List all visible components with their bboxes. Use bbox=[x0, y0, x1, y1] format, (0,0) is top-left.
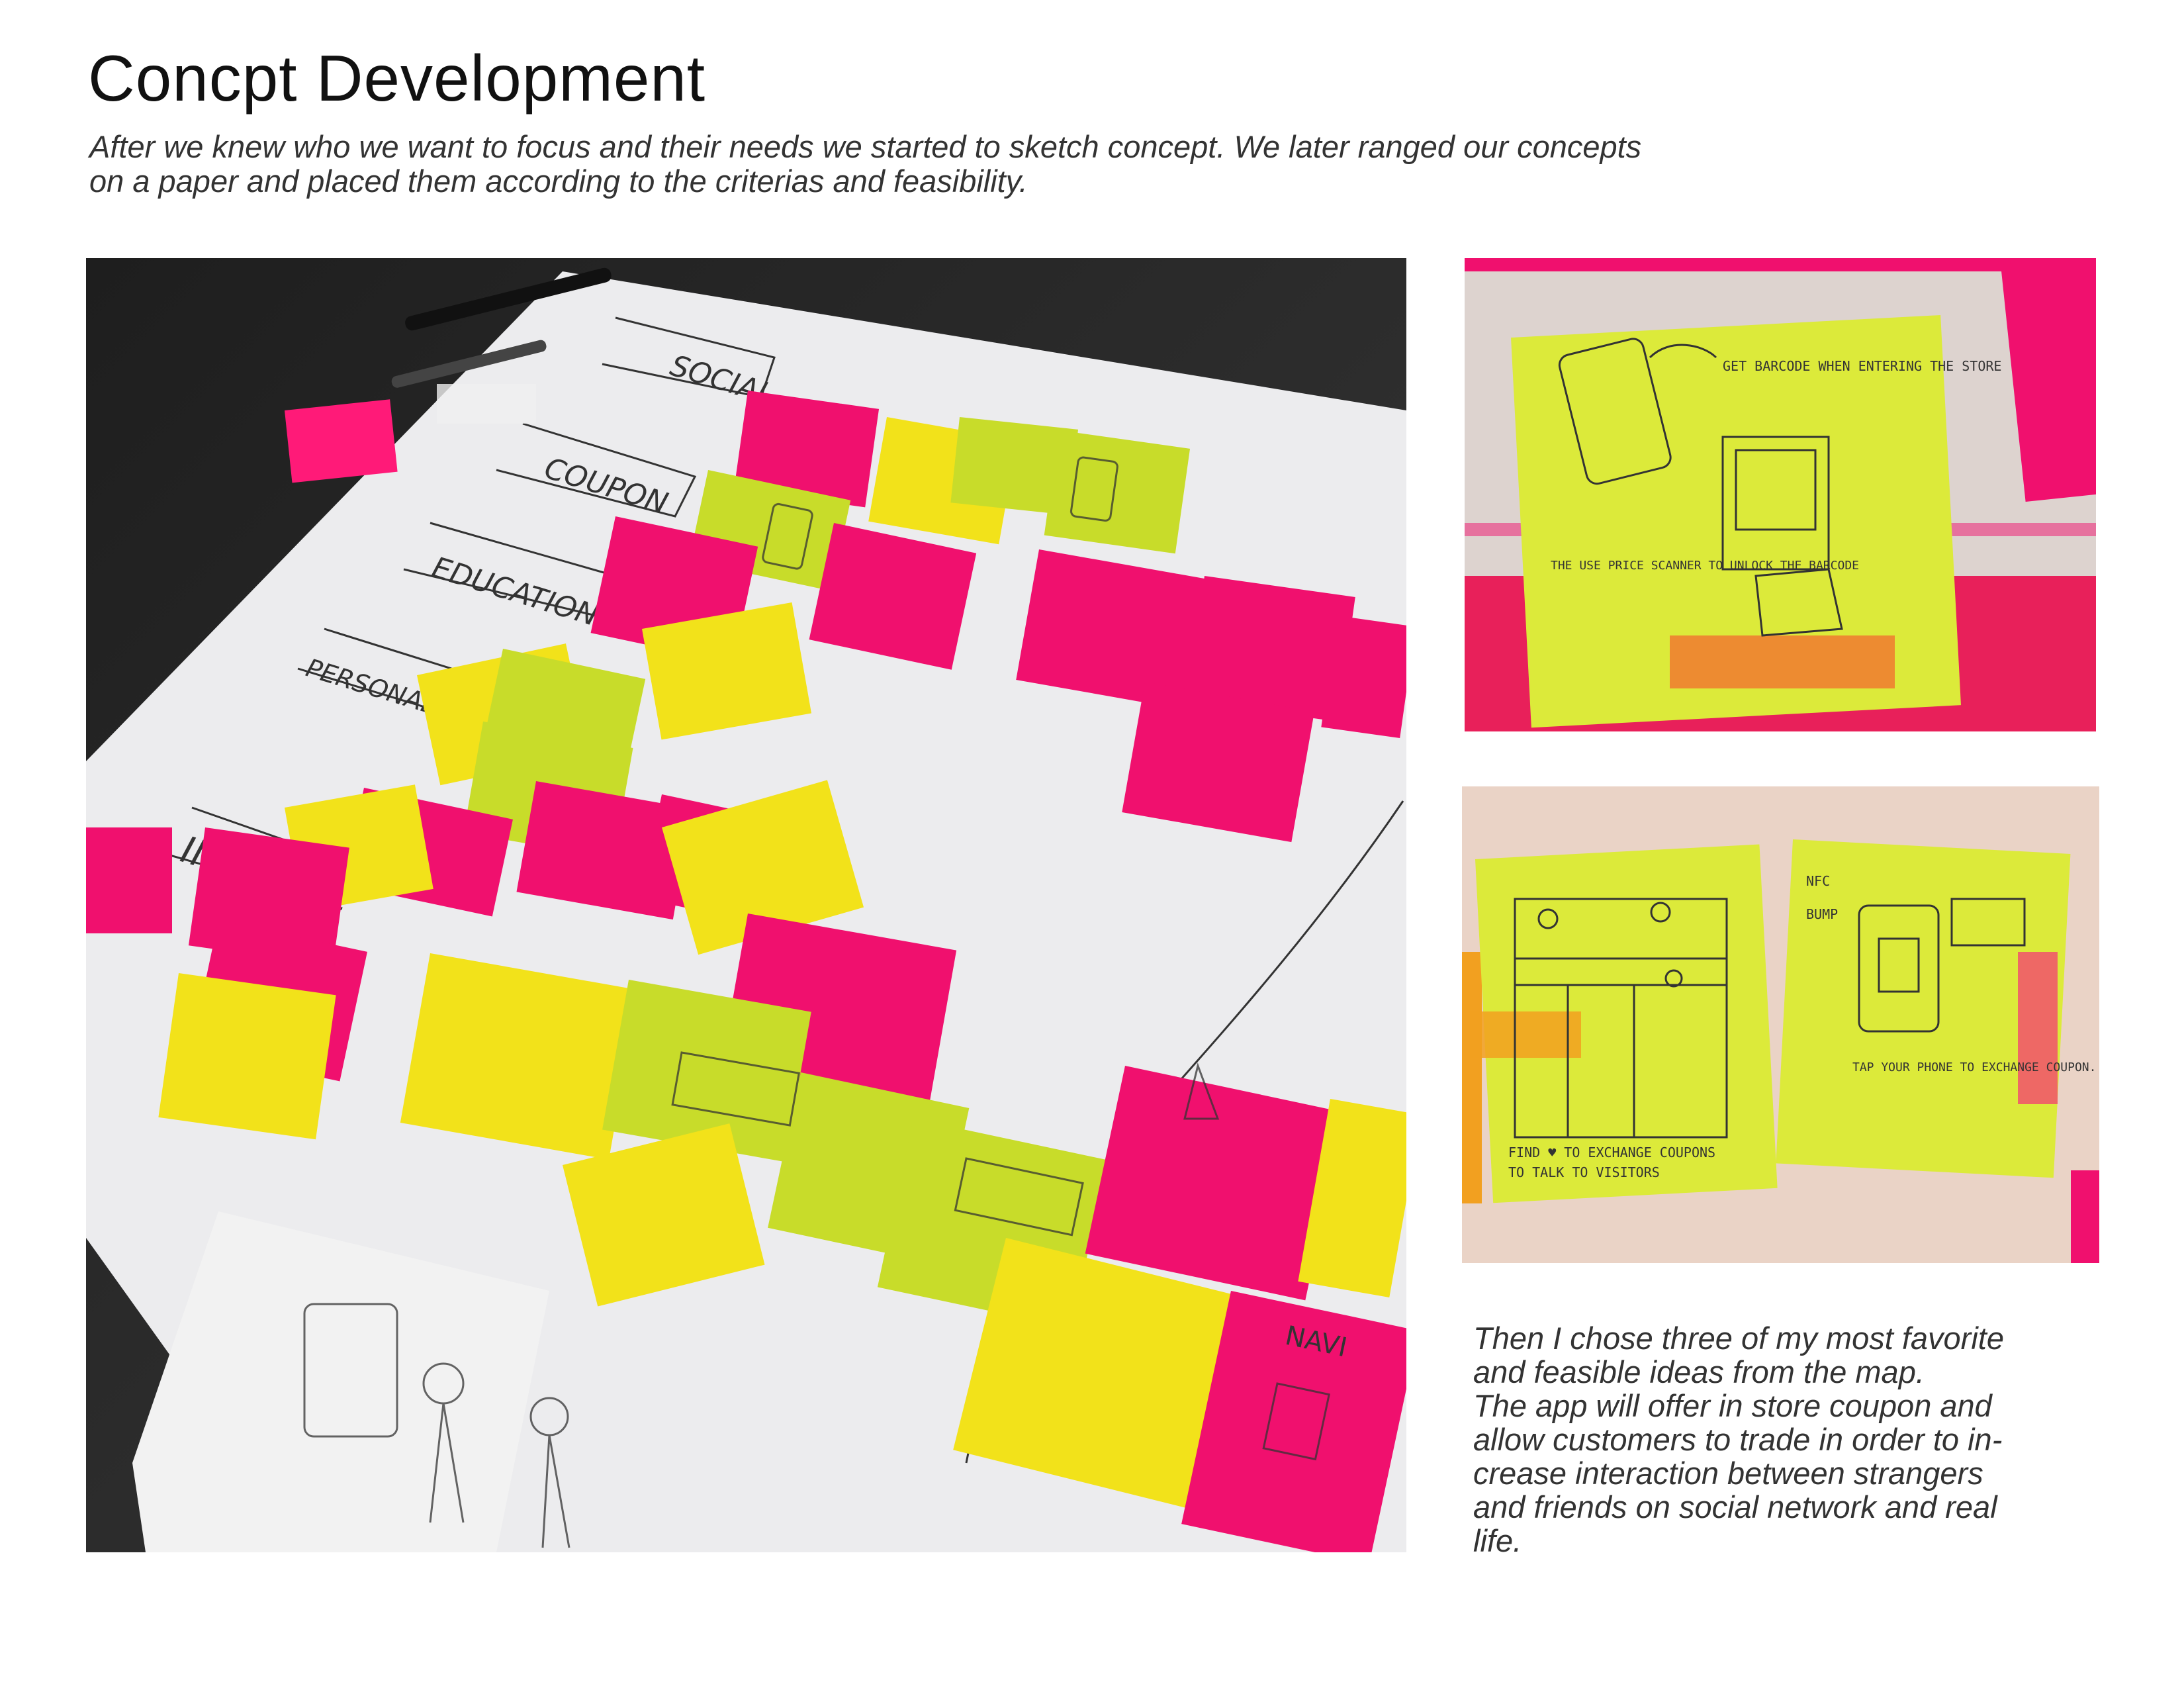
closeup-photo-exchange: FIND ♥ TO EXCHANGE COUPONS TO TALK TO VI… bbox=[1462, 786, 2099, 1263]
intro-text: After we knew who we want to focus and t… bbox=[89, 130, 2009, 199]
closeup-b-text-4: BUMP bbox=[1806, 906, 1838, 922]
closeup-b-text-2: TO TALK TO VISITORS bbox=[1508, 1164, 1660, 1180]
caption-line: and friends on social network and real bbox=[1473, 1489, 1997, 1524]
intro-line: on a paper and placed them according to … bbox=[89, 164, 1028, 199]
caption-line: life. bbox=[1473, 1523, 1522, 1558]
closeup-b-text-5: TAP YOUR PHONE TO EXCHANGE COUPON. bbox=[1852, 1060, 2096, 1074]
caption-line: The app will offer in store coupon and bbox=[1473, 1388, 1992, 1423]
concept-map-photo: SOCIAL COUPON EDUCATION PERSONALIZATION … bbox=[86, 258, 1406, 1552]
closeup-a-text-1: GET BARCODE WHEN ENTERING THE STORE bbox=[1723, 358, 2001, 374]
caption-line: and feasible ideas from the map. bbox=[1473, 1354, 1925, 1389]
closeup-photo-barcode: GET BARCODE WHEN ENTERING THE STORE THE … bbox=[1465, 258, 2096, 731]
intro-line: After we knew who we want to focus and t… bbox=[89, 129, 1642, 164]
page-title: Concpt Development bbox=[88, 42, 706, 115]
closeup-b-text-1: FIND ♥ TO EXCHANGE COUPONS bbox=[1508, 1145, 1715, 1160]
closeup-exchange-illustration: FIND ♥ TO EXCHANGE COUPONS TO TALK TO VI… bbox=[1462, 786, 2099, 1263]
closeup-b-text-3: NFC bbox=[1806, 873, 1830, 889]
closeup-a-text-2: THE USE PRICE SCANNER TO UNLOCK THE BARC… bbox=[1551, 559, 1859, 573]
caption-line: allow customers to trade in order to in- bbox=[1473, 1422, 2003, 1457]
concept-map-illustration: SOCIAL COUPON EDUCATION PERSONALIZATION … bbox=[86, 258, 1406, 1552]
caption-line: Then I chose three of my most favorite bbox=[1473, 1321, 2004, 1356]
caption-text: Then I chose three of my most favorite a… bbox=[1473, 1321, 2122, 1558]
closeup-barcode-illustration: GET BARCODE WHEN ENTERING THE STORE THE … bbox=[1465, 258, 2096, 731]
caption-line: crease interaction between strangers bbox=[1473, 1456, 1983, 1491]
